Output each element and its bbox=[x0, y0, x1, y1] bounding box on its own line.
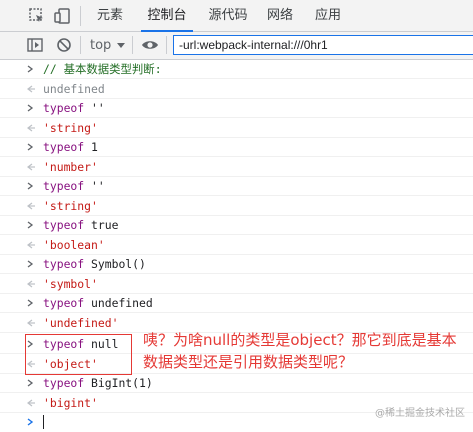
console-result-value: 'number' bbox=[43, 159, 98, 174]
code-keyword: typeof bbox=[43, 179, 85, 193]
text-caret bbox=[43, 415, 44, 429]
toolbar-divider bbox=[80, 6, 81, 26]
input-prompt-icon bbox=[27, 260, 34, 268]
watermark: @稀土掘金技术社区 bbox=[375, 408, 465, 419]
toolbar-divider bbox=[132, 36, 133, 54]
code-keyword: typeof bbox=[43, 140, 85, 154]
console-code: typeof undefined bbox=[43, 294, 153, 313]
devtools-tabbar: 元素 控制台 源代码 网络 应用 bbox=[0, 0, 473, 32]
console-code: typeof '' bbox=[43, 99, 105, 118]
console-code: typeof 1 bbox=[43, 138, 98, 157]
sidebar-toggle-icon[interactable] bbox=[26, 36, 44, 54]
code-comment: // 基本数据类型判断: bbox=[43, 62, 162, 76]
code-keyword: typeof bbox=[43, 376, 85, 390]
result-arrow-icon bbox=[27, 241, 35, 248]
code-text: '' bbox=[84, 101, 105, 115]
code-text: '' bbox=[84, 179, 105, 193]
console-result-value: 'string' bbox=[43, 198, 98, 213]
console-input-line: typeof BigInt(1) bbox=[0, 374, 473, 393]
code-text: 1 bbox=[84, 140, 98, 154]
console-code: typeof '' bbox=[43, 177, 105, 196]
result-arrow-icon bbox=[27, 124, 35, 131]
code-keyword: typeof bbox=[43, 296, 85, 310]
toolbar-divider bbox=[80, 36, 81, 54]
result-arrow-icon bbox=[27, 85, 35, 92]
input-prompt-icon bbox=[27, 143, 34, 151]
input-prompt-icon bbox=[27, 379, 34, 387]
clear-console-icon[interactable] bbox=[55, 36, 73, 54]
console-result-line: 'string' bbox=[0, 119, 473, 138]
console-result-line: undefined bbox=[0, 80, 473, 99]
console-input-line: typeof true bbox=[0, 216, 473, 235]
console-input-line: typeof Symbol() bbox=[0, 255, 473, 274]
tab-console[interactable]: 控制台 bbox=[141, 0, 193, 32]
input-prompt-icon bbox=[27, 65, 34, 73]
highlight-box bbox=[25, 334, 132, 375]
code-text: BigInt(1) bbox=[84, 376, 153, 390]
console-result-value: 'symbol' bbox=[43, 276, 98, 291]
result-arrow-icon bbox=[27, 319, 35, 326]
toolbar-divider bbox=[166, 36, 167, 54]
console-filter-input[interactable]: -url:webpack-internal:///0hr1 bbox=[173, 35, 473, 55]
chevron-down-icon[interactable] bbox=[117, 43, 125, 48]
input-prompt-icon bbox=[27, 221, 34, 229]
console-result-line: 'number' bbox=[0, 158, 473, 177]
input-prompt-icon bbox=[27, 104, 34, 112]
console-toolbar: top -url:webpack-internal:///0hr1 bbox=[0, 32, 473, 60]
input-prompt-icon bbox=[27, 418, 34, 426]
console-result-value: 'undefined' bbox=[43, 315, 119, 330]
code-text: true bbox=[84, 218, 119, 232]
console-result-value: 'boolean' bbox=[43, 237, 105, 252]
console-input-line: typeof undefined bbox=[0, 294, 473, 313]
console-result-line: 'boolean' bbox=[0, 236, 473, 255]
result-arrow-icon bbox=[27, 163, 35, 170]
console-input-line: // 基本数据类型判断: bbox=[0, 60, 473, 79]
console-code: typeof Symbol() bbox=[43, 255, 146, 274]
annotation-text: 咦？为啥null的类型是object？那它到底是基本数据类型还是引用数据类型呢？ bbox=[143, 331, 457, 371]
input-prompt-icon bbox=[27, 299, 34, 307]
console-result-value: 'string' bbox=[43, 120, 98, 135]
console-code: typeof true bbox=[43, 216, 118, 235]
console-result-line: 'string' bbox=[0, 197, 473, 216]
code-text: undefined bbox=[84, 296, 153, 310]
tab-sources[interactable]: 源代码 bbox=[199, 0, 257, 31]
result-arrow-icon bbox=[27, 202, 35, 209]
result-arrow-icon bbox=[27, 280, 35, 287]
console-result-value: 'bigint' bbox=[43, 395, 98, 410]
context-selector[interactable]: top bbox=[90, 37, 111, 54]
tab-elements[interactable]: 元素 bbox=[88, 0, 132, 31]
code-keyword: typeof bbox=[43, 257, 85, 271]
tab-application[interactable]: 应用 bbox=[308, 0, 348, 31]
eye-icon[interactable] bbox=[141, 36, 159, 54]
console-input-line: typeof '' bbox=[0, 99, 473, 118]
result-arrow-icon bbox=[27, 399, 35, 406]
console-result-line: 'symbol' bbox=[0, 275, 473, 294]
code-keyword: typeof bbox=[43, 218, 85, 232]
inspect-element-icon[interactable] bbox=[28, 7, 46, 25]
console-input-line: typeof 1 bbox=[0, 138, 473, 157]
console-code: typeof BigInt(1) bbox=[43, 374, 153, 393]
console-result-value: undefined bbox=[43, 81, 105, 96]
input-prompt-icon bbox=[27, 182, 34, 190]
code-keyword: typeof bbox=[43, 101, 85, 115]
console-input-line: typeof '' bbox=[0, 177, 473, 196]
code-text: Symbol() bbox=[84, 257, 146, 271]
console-code: // 基本数据类型判断: bbox=[43, 60, 162, 79]
device-toolbar-icon[interactable] bbox=[54, 7, 72, 25]
tab-network[interactable]: 网络 bbox=[260, 0, 300, 31]
